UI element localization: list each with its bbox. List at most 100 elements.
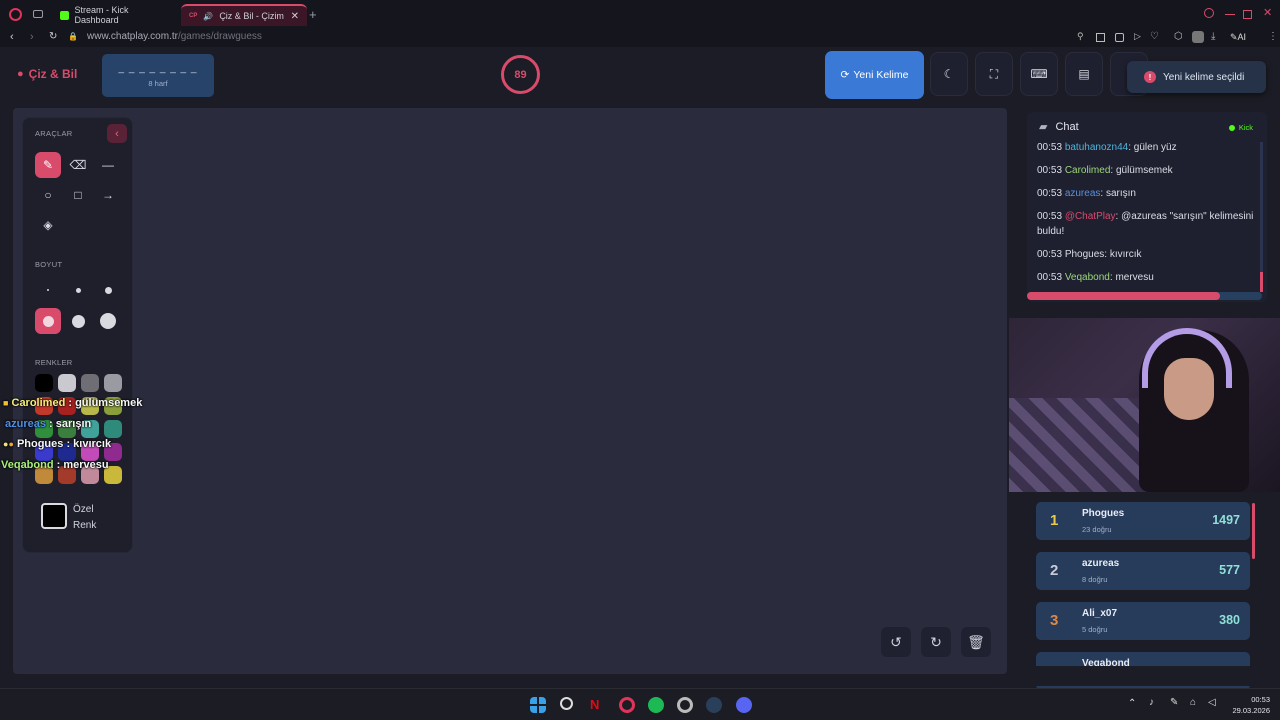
player-icon[interactable]: ▷ xyxy=(1134,31,1141,42)
size-4[interactable] xyxy=(35,308,61,334)
brush-tool[interactable]: ✎ xyxy=(35,152,61,178)
maximize-icon[interactable] xyxy=(1243,10,1252,19)
network-icon[interactable]: ⌂ xyxy=(1190,697,1196,708)
leaderboard-scroll-thumb[interactable] xyxy=(1252,503,1255,559)
toast-notification: ! Yeni kelime seçildi xyxy=(1127,61,1266,93)
circle-tool[interactable]: ○ xyxy=(35,182,61,208)
color-swatch[interactable] xyxy=(58,374,76,392)
chat-time: 00:53 xyxy=(1037,249,1063,260)
spotify-icon[interactable] xyxy=(648,697,664,713)
fullscreen-button[interactable]: ⛶ xyxy=(975,52,1013,96)
archive-button[interactable]: ▤ xyxy=(1065,52,1103,96)
new-tab-button[interactable]: + xyxy=(309,7,317,22)
tab-ciz-bil[interactable]: CP 🔊 Çiz & Bil - Çizim Oy ✕ xyxy=(181,4,307,26)
clock-time: 00:53 xyxy=(1251,695,1270,704)
url-field[interactable]: www.chatplay.com.tr/games/drawguess xyxy=(87,31,262,42)
word-hint-box: _ _ _ _ _ _ _ _ 8 harf xyxy=(102,54,214,97)
heart-icon[interactable]: ♡ xyxy=(1150,31,1159,42)
windows-start-icon[interactable] xyxy=(530,697,546,713)
overlay-text: mervesu xyxy=(63,459,109,471)
drawing-canvas[interactable] xyxy=(13,108,1007,674)
size-2[interactable] xyxy=(65,277,91,303)
netflix-icon[interactable]: N xyxy=(590,697,606,713)
keyboard-button[interactable]: ⌨ xyxy=(1020,52,1058,96)
undo-button[interactable]: ↺ xyxy=(881,627,911,657)
chat-user[interactable]: Veqabond xyxy=(1065,272,1110,283)
reader-icon[interactable] xyxy=(1115,33,1124,42)
color-swatch[interactable] xyxy=(81,374,99,392)
forward-icon[interactable]: › xyxy=(30,31,34,43)
size-dot-icon xyxy=(71,314,85,328)
search-tabs-icon[interactable] xyxy=(1204,8,1214,18)
url-path: /games/drawguess xyxy=(177,31,262,42)
taskbar-clock[interactable]: 00:53 29.03.2026 xyxy=(1226,694,1270,716)
opera-icon[interactable] xyxy=(619,697,635,713)
close-window-icon[interactable]: ✕ xyxy=(1263,6,1272,19)
rectangle-tool[interactable]: □ xyxy=(65,182,91,208)
custom-color-label: Özel Renk xyxy=(73,502,96,534)
new-word-button[interactable]: ⟳ Yeni Kelime xyxy=(825,51,924,99)
dark-mode-button[interactable]: ☾ xyxy=(930,52,968,96)
round-timer: 89 xyxy=(501,55,540,94)
tab-label: Çiz & Bil - Çizim Oy xyxy=(219,11,284,21)
app-logo[interactable]: ● Çiz & Bil xyxy=(17,67,77,81)
chat-user[interactable]: @ChatPlay xyxy=(1065,211,1116,222)
search-icon[interactable] xyxy=(560,697,573,710)
pen-icon[interactable]: ✎ xyxy=(1170,697,1178,708)
steam-icon[interactable] xyxy=(706,697,722,713)
player-name: Phogues xyxy=(1082,508,1125,519)
back-icon[interactable]: ‹ xyxy=(10,31,14,43)
extensions-icon[interactable]: ⬡ xyxy=(1174,31,1183,42)
app-title: Çiz & Bil xyxy=(28,67,78,81)
chat-user[interactable]: azureas xyxy=(1065,188,1101,199)
reload-icon[interactable]: ↻ xyxy=(49,31,57,42)
fill-tool[interactable]: ◈ xyxy=(35,212,61,238)
chat-scroll-thumb[interactable] xyxy=(1260,272,1263,292)
clear-button[interactable]: 🗑 xyxy=(961,627,991,657)
word-length: 8 harf xyxy=(148,79,168,88)
ai-button[interactable]: ✎AI xyxy=(1230,32,1246,43)
close-tab-icon[interactable]: ✕ xyxy=(291,11,299,22)
tray-chevron-icon[interactable]: ⌃ xyxy=(1128,698,1136,709)
opera-menu-icon[interactable] xyxy=(9,8,22,21)
correct-count: 8 doğru xyxy=(1082,575,1108,584)
arrow-right-icon: → xyxy=(102,188,114,202)
line-tool[interactable]: — xyxy=(95,152,121,178)
size-5[interactable] xyxy=(65,308,91,334)
size-6[interactable] xyxy=(95,308,121,334)
pin-icon[interactable]: ⚲ xyxy=(1077,31,1084,42)
redo-button[interactable]: ↻ xyxy=(921,627,951,657)
chat-scrollbar[interactable] xyxy=(1260,142,1263,287)
badge-icon: ● xyxy=(8,439,14,449)
minimize-icon[interactable] xyxy=(1225,14,1235,15)
download-icon[interactable]: ⤓ xyxy=(1211,31,1215,42)
tab-kick-dashboard[interactable]: Stream - Kick Dashboard xyxy=(52,4,178,26)
chat-user[interactable]: Carolimed xyxy=(1065,165,1111,176)
arrow-tool[interactable]: → xyxy=(95,182,121,208)
overlay-user: azureas xyxy=(5,418,46,430)
color-swatch[interactable] xyxy=(35,374,53,392)
collapse-panel-button[interactable]: ‹ xyxy=(107,124,127,143)
workspace-icon[interactable] xyxy=(33,10,43,18)
size-3[interactable] xyxy=(95,277,121,303)
microphone-icon[interactable]: ♪ xyxy=(1149,697,1154,708)
overlay-text: gülümsemek xyxy=(75,397,143,409)
chat-time: 00:53 xyxy=(1037,211,1063,222)
color-swatch[interactable] xyxy=(104,374,122,392)
color-swatch[interactable] xyxy=(104,420,122,438)
volume-icon[interactable]: ◁ xyxy=(1208,697,1216,708)
profile-avatar[interactable] xyxy=(1192,31,1204,43)
chat-user[interactable]: batuhanozn44 xyxy=(1065,142,1128,153)
snapshot-icon[interactable] xyxy=(1096,33,1105,42)
chrome-icon[interactable] xyxy=(677,697,693,713)
player-name: azureas xyxy=(1082,558,1120,569)
size-1[interactable] xyxy=(35,277,61,303)
chat-user[interactable]: Phogues xyxy=(1065,249,1104,260)
overlay-chat-line: Veqabond : mervesu xyxy=(1,459,109,471)
browser-menu-icon[interactable]: ⋮ xyxy=(1268,31,1278,42)
custom-color-button[interactable] xyxy=(41,503,67,529)
discord-icon[interactable] xyxy=(736,697,752,713)
circle-icon: ○ xyxy=(44,188,52,202)
eraser-tool[interactable]: ⌫ xyxy=(65,152,91,178)
correct-count: 23 doğru xyxy=(1082,525,1112,534)
